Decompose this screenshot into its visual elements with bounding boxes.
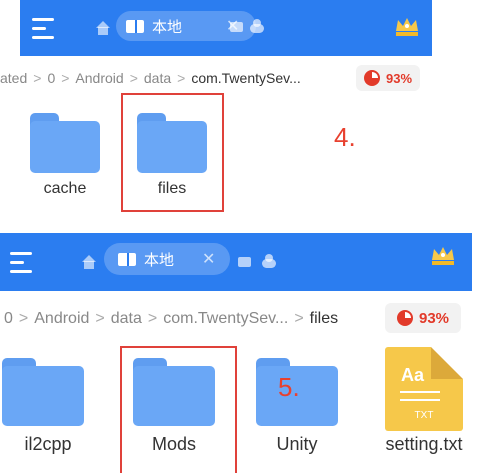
book-icon bbox=[126, 19, 144, 33]
book-icon bbox=[118, 252, 136, 266]
highlight-box bbox=[120, 346, 237, 473]
breadcrumb-item[interactable]: 0 bbox=[4, 310, 13, 328]
highlight-box bbox=[121, 93, 224, 212]
cloud-icon[interactable] bbox=[262, 254, 276, 268]
file-name[interactable]: Unity bbox=[248, 434, 346, 455]
breadcrumb-item[interactable]: 0 bbox=[47, 70, 55, 86]
menu-icon[interactable] bbox=[10, 252, 34, 273]
breadcrumb-item[interactable]: com.TwentySev... bbox=[163, 310, 288, 328]
breadcrumb-item[interactable]: data bbox=[144, 70, 171, 86]
breadcrumb-item[interactable]: ated bbox=[0, 70, 27, 86]
step-label: 5. bbox=[278, 372, 300, 402]
tab-local[interactable]: 本地 ✕ bbox=[104, 243, 230, 275]
breadcrumb: 0 > Android > data > com.TwentySev... > file… bbox=[4, 310, 338, 328]
breadcrumb-item[interactable]: Android bbox=[34, 310, 89, 328]
chevron-right-icon: > bbox=[95, 310, 105, 327]
toolbar: 本地 ✕ bbox=[20, 0, 432, 56]
chevron-right-icon: > bbox=[18, 310, 29, 327]
breadcrumb: ated > 0 > Android > data > com.TwentySev... bbox=[0, 70, 301, 86]
text-file-icon-label: Aa bbox=[401, 365, 425, 385]
chevron-right-icon: > bbox=[147, 310, 158, 327]
close-icon[interactable]: ✕ bbox=[202, 249, 215, 269]
crown-icon[interactable] bbox=[395, 16, 419, 36]
chevron-right-icon: > bbox=[177, 70, 186, 86]
storage-percent: 93% bbox=[385, 70, 413, 86]
chevron-right-icon: > bbox=[61, 70, 70, 86]
chevron-right-icon: > bbox=[129, 70, 138, 86]
storage-pie-icon bbox=[396, 310, 413, 326]
breadcrumb-current[interactable]: com.TwentySev... bbox=[191, 70, 300, 86]
storage-badge[interactable]: 93% bbox=[356, 65, 420, 91]
file-name[interactable]: il2cpp bbox=[0, 434, 96, 455]
home-icon[interactable] bbox=[96, 21, 110, 35]
breadcrumb-current[interactable]: files bbox=[310, 310, 338, 328]
menu-icon[interactable] bbox=[32, 18, 56, 39]
home-icon[interactable] bbox=[82, 255, 96, 269]
toolbar: 本地 ✕ bbox=[0, 233, 472, 291]
storage-pie-icon bbox=[363, 70, 380, 86]
chevron-right-icon: > bbox=[294, 310, 304, 327]
folder-icon[interactable] bbox=[2, 358, 84, 426]
step-label: 4. bbox=[334, 122, 356, 152]
storage-percent: 93% bbox=[418, 309, 450, 327]
breadcrumb-item[interactable]: data bbox=[111, 310, 142, 328]
chat-icon[interactable] bbox=[238, 257, 251, 267]
tab-label: 本地 bbox=[152, 18, 183, 36]
chat-icon[interactable] bbox=[230, 22, 243, 32]
text-file-extension: TXT bbox=[414, 410, 434, 421]
storage-badge[interactable]: 93% bbox=[385, 303, 461, 333]
cloud-icon[interactable] bbox=[250, 19, 264, 33]
file-name[interactable]: cache bbox=[20, 180, 110, 198]
crown-icon[interactable] bbox=[431, 245, 455, 265]
folder-icon[interactable] bbox=[30, 113, 100, 173]
chevron-right-icon: > bbox=[33, 70, 42, 86]
breadcrumb-item[interactable]: Android bbox=[75, 70, 123, 86]
tab-label: 本地 bbox=[144, 251, 175, 269]
text-file-icon[interactable]: Aa TXT bbox=[385, 347, 463, 431]
file-name[interactable]: setting.txt bbox=[368, 434, 480, 455]
